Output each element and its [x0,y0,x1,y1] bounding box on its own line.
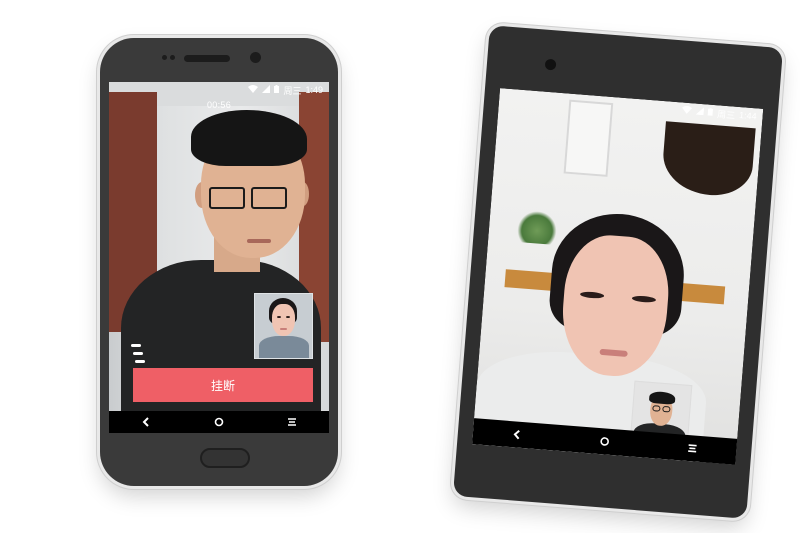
remote-video-person [472,88,763,465]
local-video-preview[interactable] [254,293,313,359]
sensor-dots [162,55,176,62]
signal-icon [696,107,705,118]
front-camera [544,58,557,71]
home-icon[interactable] [208,411,230,433]
battery-icon [274,85,280,95]
home-icon[interactable] [593,430,617,454]
earpiece-speaker [184,55,230,62]
status-day: 周三 [283,85,302,96]
battery-icon [708,107,714,118]
wifi-icon [682,105,693,117]
phone-left: 周三 1:49 00:56 挂断 [100,38,338,486]
phone-right: 周三 1:44 [452,25,784,519]
status-bar: 周三 1:49 [109,82,329,98]
hang-up-button[interactable]: 挂断 [133,368,313,402]
video-call-screen: 周三 1:44 [472,88,764,465]
status-day: 周三 [716,108,736,121]
back-icon[interactable] [505,423,529,447]
video-call-screen: 周三 1:49 00:56 挂断 [109,82,329,433]
signal-icon [262,85,271,95]
status-time: 1:44 [738,110,758,122]
back-icon[interactable] [135,411,157,433]
status-time: 1:49 [305,85,323,95]
recents-icon[interactable] [681,437,705,461]
front-camera [250,52,261,63]
home-button[interactable] [200,448,250,468]
nav-bar [109,411,329,433]
wifi-icon [248,85,259,95]
recents-icon[interactable] [281,411,303,433]
call-duration: 00:56 [206,100,232,110]
